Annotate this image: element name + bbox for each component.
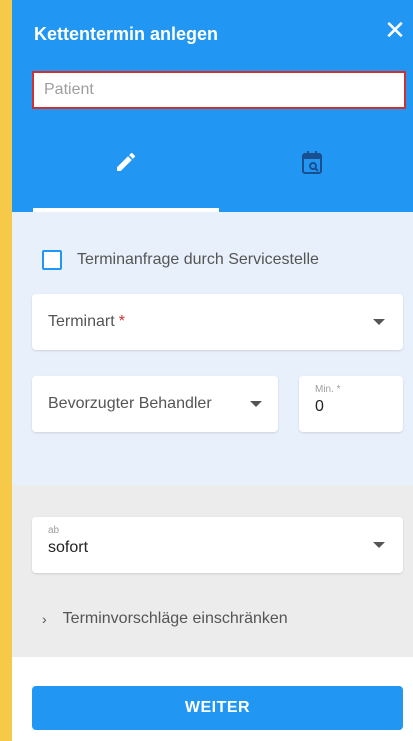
start-value: sofort: [48, 539, 89, 556]
start-label: ab: [48, 525, 60, 536]
minutes-label: Min. *: [315, 384, 341, 395]
servicestelle-checkbox[interactable]: [42, 250, 62, 270]
terminvorschlaege-expander[interactable]: › Terminvorschläge einschränken: [42, 610, 288, 628]
accent-left-border: [0, 0, 12, 741]
behandler-label: Bevorzugter Behandler: [48, 395, 212, 412]
chevron-down-icon: [373, 319, 385, 325]
terminart-select[interactable]: Terminart *: [32, 294, 403, 350]
appointment-dialog: Kettentermin anlegen ✕ Terminanfrage dur…: [12, 0, 413, 741]
minutes-input[interactable]: Min. * 0: [299, 376, 403, 432]
expander-label: Terminvorschläge einschränken: [62, 610, 288, 627]
chevron-down-icon: [373, 542, 385, 548]
close-button[interactable]: ✕: [381, 16, 409, 44]
chevron-down-icon: [250, 401, 262, 407]
minutes-value: 0: [315, 398, 324, 415]
weiter-button[interactable]: WEITER: [32, 686, 403, 730]
behandler-select[interactable]: Bevorzugter Behandler: [32, 376, 278, 432]
servicestelle-checkbox-row[interactable]: Terminanfrage durch Servicestelle: [42, 250, 319, 270]
servicestelle-checkbox-label: Terminanfrage durch Servicestelle: [77, 251, 319, 268]
dialog-header: Kettentermin anlegen ✕: [12, 0, 413, 212]
terminart-label: Terminart: [48, 313, 115, 330]
tab-calendar-search[interactable]: [219, 140, 405, 212]
tab-edit[interactable]: [33, 140, 219, 212]
chevron-right-icon: ›: [42, 611, 47, 627]
required-mark: *: [118, 313, 125, 330]
start-select[interactable]: ab sofort: [32, 517, 403, 573]
dialog-title: Kettentermin anlegen: [34, 24, 219, 44]
calendar-search-icon: [302, 151, 322, 174]
patient-input[interactable]: [32, 71, 406, 109]
pencil-icon: [117, 152, 136, 171]
